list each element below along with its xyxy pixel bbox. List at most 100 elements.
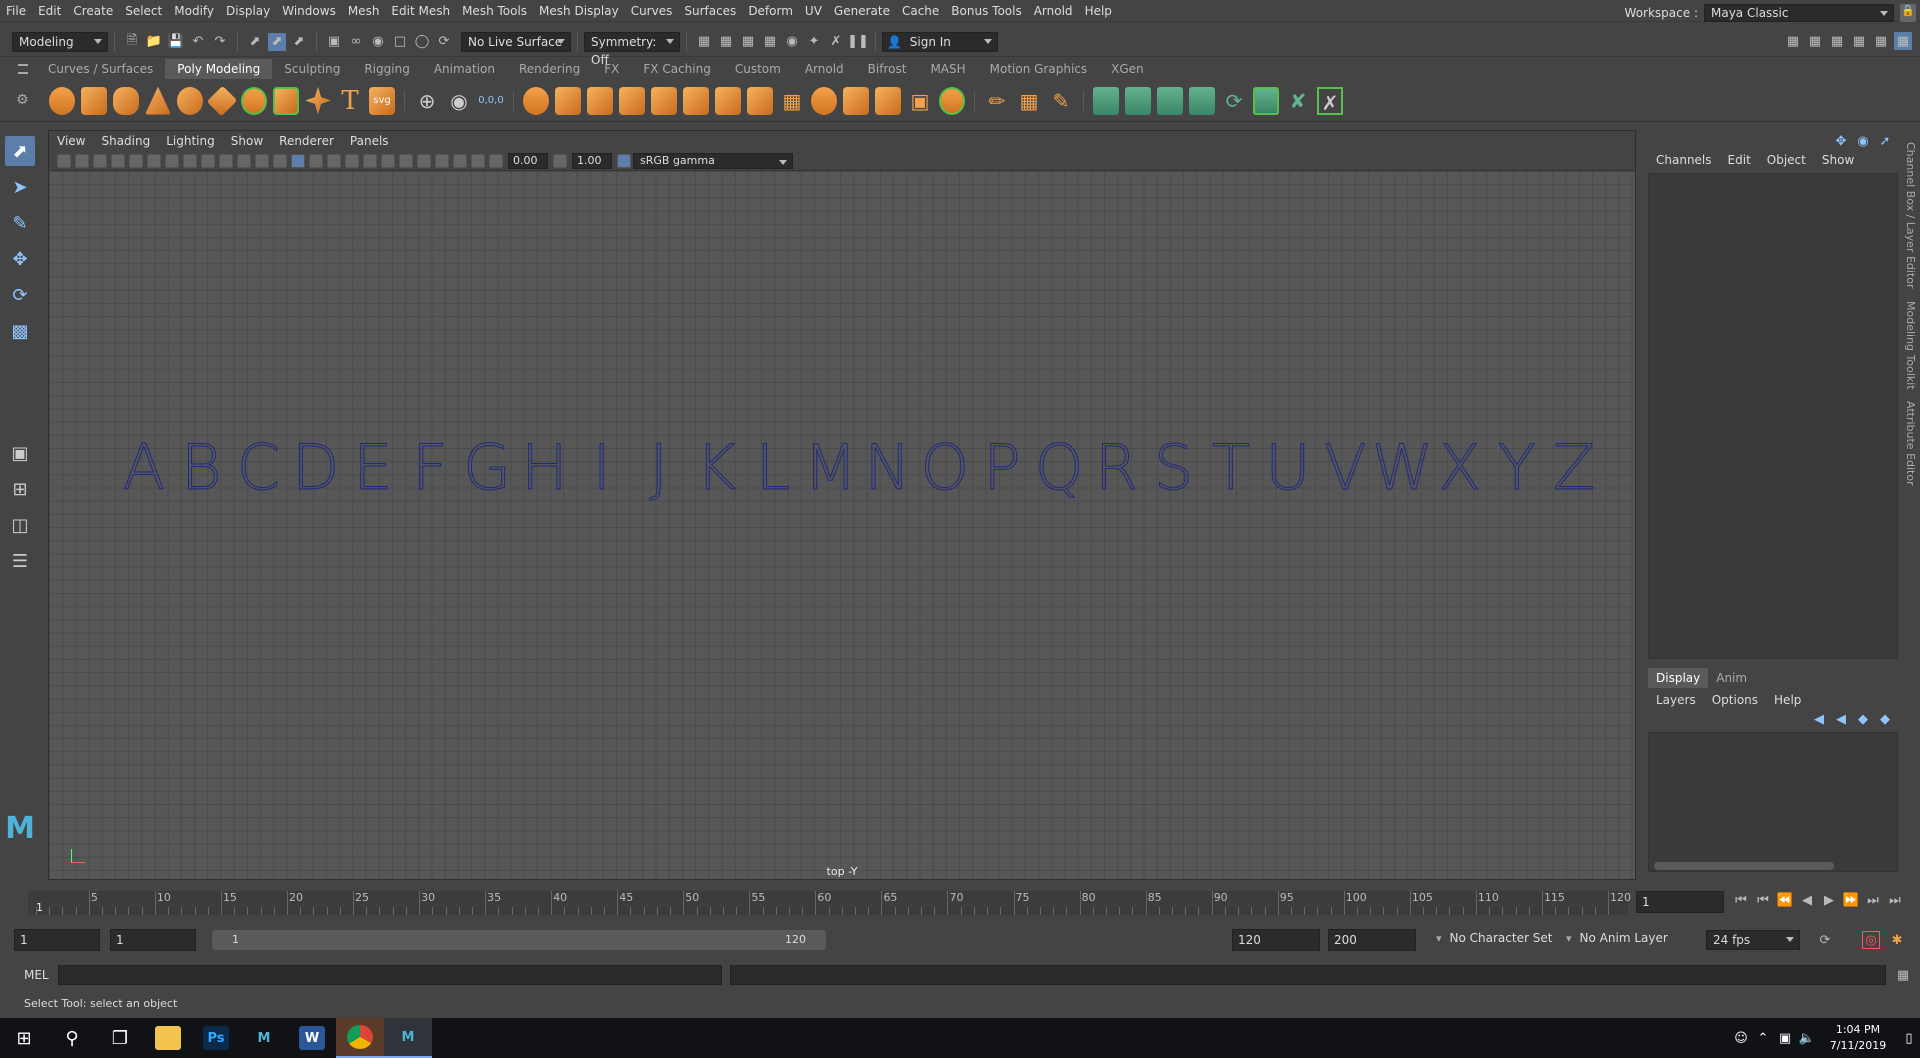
snap-grid-icon[interactable]: ▣ [325,33,343,51]
next-key-icon[interactable]: ⏩ [1842,891,1860,909]
channel-menu-show[interactable]: Show [1814,150,1862,170]
shelf-tab-bifrost[interactable]: Bifrost [856,59,919,79]
gamma-field[interactable]: 1.00 [572,152,612,169]
measure-tool-icon[interactable]: ⊕ [414,87,440,115]
undo-icon[interactable]: ↶ [189,33,207,51]
step-forward-icon[interactable]: ⏭ [1864,891,1882,909]
shelf-tab-arnold[interactable]: Arnold [793,59,856,79]
new-layer-icon[interactable]: ◆ [1854,710,1872,728]
menu-windows[interactable]: Windows [276,0,342,22]
curve-letter[interactable]: F [412,431,449,505]
curve-letter[interactable]: E [353,431,393,505]
bridge-icon[interactable] [875,86,901,115]
channel-menu-channels[interactable]: Channels [1648,150,1720,170]
playback-start-field[interactable]: 1 [110,929,196,951]
shelf-gear-icon[interactable]: ⚙ [16,92,29,108]
four-view-icon[interactable]: ⊞ [5,474,35,504]
start-icon[interactable]: ⊞ [0,1018,48,1058]
snap-live-icon[interactable]: ⟳ [435,33,453,51]
camera-attrs-icon[interactable] [75,153,89,168]
go-start-icon[interactable]: ⏮ [1732,891,1750,909]
side-tab-2[interactable]: Attribute Editor [1904,401,1917,486]
shelf-tab-poly-modeling[interactable]: Poly Modeling [165,59,273,79]
grid-toggle-icon[interactable] [147,153,161,168]
pin-icon[interactable]: ➚ [1876,132,1894,150]
viewport-menu-lighting[interactable]: Lighting [158,131,223,151]
curve-letter[interactable]: K [695,431,737,505]
planar-map-icon[interactable] [939,86,965,115]
poly-disc-icon[interactable] [241,86,267,115]
shelf-tab-motion-graphics[interactable]: Motion Graphics [978,59,1100,79]
curve-letter[interactable]: J [649,431,668,505]
curve-letter[interactable]: O [920,431,970,505]
menu-bonus-tools[interactable]: Bonus Tools [945,0,1027,22]
textured-icon[interactable] [327,153,341,168]
select-tool-icon[interactable]: ⬈ [5,136,35,166]
outliner-icon[interactable]: ▦ [1872,32,1890,50]
layer-menu-help[interactable]: Help [1766,690,1809,710]
curve-letter[interactable]: V [1323,431,1366,505]
curve-letter[interactable]: L [755,431,791,505]
shelf-tab-rendering[interactable]: Rendering [507,59,592,79]
channel-menu-edit[interactable]: Edit [1720,150,1759,170]
axis-icon[interactable]: ✥ [1832,132,1850,150]
anim-layer-icon[interactable]: ▾ [1566,932,1572,945]
menu-arnold[interactable]: Arnold [1028,0,1079,22]
exposure-icon[interactable] [489,153,503,168]
select-camera-icon[interactable] [57,153,71,168]
new-layer-selected-icon[interactable]: ◆ [1876,710,1894,728]
word-icon[interactable]: W [288,1018,336,1058]
layer-tab-display[interactable]: Display [1648,668,1709,688]
mirror-icon[interactable] [683,86,709,115]
auto-key-icon[interactable]: ◎ [1862,931,1880,949]
shelf-tab-animation[interactable]: Animation [422,59,507,79]
menu-deform[interactable]: Deform [742,0,799,22]
attribute-editor-icon[interactable]: ▦ [1806,32,1824,50]
film-gate-icon[interactable] [165,153,179,168]
wireframe-icon[interactable] [273,153,287,168]
curve-letter[interactable]: I [592,431,611,505]
save-scene-icon[interactable]: 💾 [167,33,185,51]
maya-active-taskbar-icon[interactable]: M [384,1018,432,1058]
script-editor-icon[interactable]: ▦ [1894,966,1912,984]
menu-surfaces[interactable]: Surfaces [678,0,742,22]
text-tool-icon[interactable]: T [337,87,363,115]
poly-plane-icon[interactable] [206,85,238,116]
search-icon[interactable]: ⚲ [48,1018,96,1058]
separate-icon[interactable] [555,86,581,115]
curve-letter[interactable]: Q [1034,431,1084,505]
curve-letter[interactable]: B [180,431,222,505]
resolution-gate-icon[interactable] [183,153,197,168]
transfer-icon[interactable]: ✘ [1285,87,1311,115]
poly-cube-icon[interactable] [81,86,107,115]
curve-letter[interactable]: A [122,431,165,505]
curve-letter[interactable]: C [236,431,280,505]
side-tab-0[interactable]: Channel Box / Layer Editor [1904,142,1917,289]
colorspace-dropdown[interactable]: sRGB gamma [633,152,793,169]
photoshop-icon[interactable]: Ps [192,1018,240,1058]
menu-mesh-tools[interactable]: Mesh Tools [456,0,533,22]
render-settings-icon[interactable]: ▦ [761,33,779,51]
curve-letter[interactable]: W [1371,431,1433,505]
visibility-icon[interactable]: ◉ [1854,132,1872,150]
people-icon[interactable]: ☺ [1732,1029,1750,1047]
render-history-icon[interactable]: ▦ [695,33,713,51]
volume-icon[interactable]: 🔈 [1798,1029,1816,1047]
notifications-icon[interactable]: ▯ [1900,1029,1918,1047]
extract-icon[interactable] [587,86,613,115]
render-view-icon[interactable]: ✦ [805,33,823,51]
lasso-tool-icon[interactable]: ➤ [5,172,35,202]
shelf-tab-sculpting[interactable]: Sculpting [272,59,352,79]
menu-edit[interactable]: Edit [32,0,67,22]
chrome-icon[interactable] [336,1018,384,1058]
shelf-tab-custom[interactable]: Custom [723,59,793,79]
maya-taskbar-icon[interactable]: M [240,1018,288,1058]
shelf-tab-rigging[interactable]: Rigging [352,59,421,79]
wedge-icon[interactable]: ⟳ [1221,87,1247,115]
curve-letter[interactable]: R [1094,431,1138,505]
svg-tool-icon[interactable]: svg [369,86,395,115]
time-slider-bar[interactable]: 5 10 15 20 25 30 35 40 45 50 55 60 65 70 75 80 85 90 95 100… [28,891,1631,915]
layers-icon[interactable]: ▦ [1894,32,1912,50]
shadows-icon[interactable] [363,153,377,168]
side-tab-1[interactable]: Modeling Toolkit [1904,301,1917,390]
